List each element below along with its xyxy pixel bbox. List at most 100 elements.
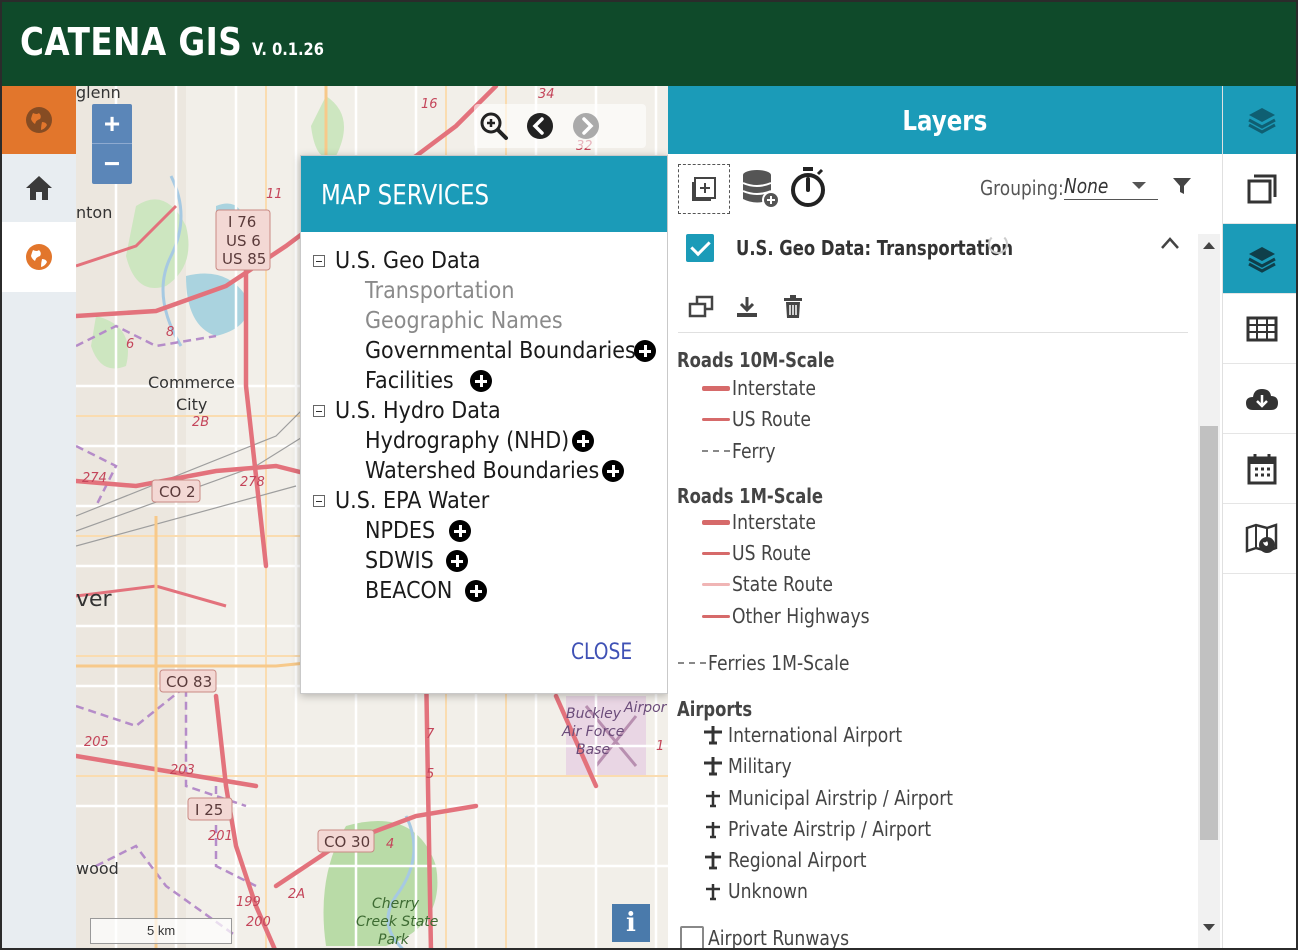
next-extent-button[interactable] (570, 110, 602, 142)
tree-item-npdes[interactable]: NPDES (365, 516, 443, 546)
map-info-button[interactable]: i (612, 904, 650, 942)
layer-download-button[interactable] (732, 292, 762, 322)
layer-collapse-button[interactable] (1160, 236, 1180, 255)
map-route-number: 7 (426, 727, 435, 742)
add-layer-button[interactable] (678, 164, 730, 214)
airplane-icon (700, 849, 726, 871)
map-shield-label: US 6 (226, 232, 261, 250)
toolbar-item-layers-toggle[interactable] (1223, 86, 1296, 154)
legend-item-airport: International Airport (700, 723, 930, 747)
scale-label: 5 km (147, 923, 176, 938)
collapse-toggle-icon[interactable] (313, 495, 325, 507)
toolbar-item-window[interactable] (1223, 154, 1296, 224)
map-services-dialog: MAP SERVICES U.S. Geo Data Transportatio… (300, 155, 668, 694)
window-icon (1247, 174, 1277, 203)
tree-item-transportation: Transportation (365, 278, 515, 304)
add-service-plus-icon[interactable] (449, 520, 471, 542)
map-route-number: 205 (84, 735, 109, 750)
toolbar-item-calendar[interactable] (1223, 434, 1296, 504)
map-route-number: 6 (126, 337, 134, 352)
loading-spinner-icon (988, 234, 1008, 254)
layer-properties-button[interactable] (686, 292, 716, 322)
stopwatch-icon (791, 167, 825, 207)
filter-icon (1173, 178, 1191, 194)
scrollbar-thumb[interactable] (1200, 426, 1218, 840)
divider (678, 332, 1188, 333)
map-shield-label: CO 2 (159, 483, 196, 501)
map-place-label: City (176, 395, 207, 414)
tree-group-geo-data[interactable]: U.S. Geo Data (313, 246, 497, 276)
dashed-line-swatch (702, 450, 730, 452)
legend-item-interstate-1m: Interstate (702, 510, 830, 534)
toolbar-item-layers[interactable] (1223, 224, 1296, 294)
tree-group-epa-water[interactable]: U.S. EPA Water (313, 486, 506, 516)
table-icon (1246, 316, 1278, 341)
time-slider-button[interactable] (790, 166, 826, 213)
add-service-plus-icon[interactable] (572, 430, 594, 452)
zoom-in-button[interactable]: + (92, 104, 132, 144)
map-place-label: Park (378, 932, 410, 948)
map-services-close-button[interactable]: CLOSE (571, 640, 632, 665)
zoom-out-button[interactable]: − (92, 144, 132, 184)
map-place-label: Base (576, 742, 610, 758)
layers-panel-header: Layers (668, 86, 1222, 154)
add-service-plus-icon[interactable] (634, 340, 656, 362)
layer-visibility-checkbox[interactable] (686, 234, 714, 262)
legend-item-airport: Unknown (700, 879, 821, 903)
tree-item-facilities[interactable]: Facilities (365, 366, 464, 396)
toolbar-item-download[interactable] (1223, 364, 1296, 434)
grouping-label: Grouping: (980, 176, 1064, 200)
map-nav-control (474, 104, 646, 148)
toolbar-item-map-info[interactable] (1223, 504, 1296, 574)
grouping-value: None (1064, 174, 1109, 198)
collapse-toggle-icon[interactable] (313, 405, 325, 417)
tree-group-label: U.S. Geo Data (335, 248, 481, 274)
map-route-number: 11 (266, 187, 283, 202)
tree-item-beacon[interactable]: BEACON (365, 576, 462, 606)
window-restore-icon (688, 295, 714, 318)
layers-scrollbar[interactable] (1198, 234, 1220, 948)
layer-delete-button[interactable] (778, 292, 808, 322)
scroll-down-arrow-icon[interactable] (1203, 924, 1215, 931)
zoom-magnify-icon (480, 112, 508, 140)
tree-item-watershed-boundaries[interactable]: Watershed Boundaries (365, 456, 625, 486)
map-route-number: 5 (426, 767, 434, 782)
airplane-icon (700, 787, 726, 809)
sidebar-item-globe[interactable] (2, 222, 76, 292)
tree-item-sdwis[interactable]: SDWIS (365, 546, 441, 576)
zoom-extent-button[interactable] (478, 110, 510, 142)
sidebar-item-home[interactable] (2, 154, 76, 222)
dashed-line-swatch (678, 662, 706, 664)
map-place-label: Commerce (148, 373, 235, 392)
airport-runways-checkbox[interactable] (680, 926, 704, 948)
map-shield-label: CO 83 (166, 673, 212, 691)
tree-item-hydrography[interactable]: Hydrography (NHD) (365, 426, 592, 456)
collapse-toggle-icon[interactable] (313, 255, 325, 267)
filter-button[interactable] (1172, 176, 1192, 201)
database-add-icon (742, 170, 780, 209)
add-service-plus-icon[interactable] (465, 580, 487, 602)
add-service-plus-icon[interactable] (602, 460, 624, 482)
legend-item-other-highways-1m: Other Highways (702, 604, 892, 628)
add-data-source-button[interactable] (740, 168, 782, 215)
toolbar-item-table[interactable] (1223, 294, 1296, 364)
legend-item-us-route-1m: US Route (702, 541, 824, 565)
add-service-plus-icon[interactable] (446, 550, 468, 572)
legend-item-state-route-1m: State Route (702, 572, 849, 596)
grouping-select[interactable]: None (1064, 172, 1158, 200)
map-route-number: 274 (82, 471, 107, 486)
sidebar-item-globe-active[interactable] (2, 86, 76, 154)
map-route-number: 4 (386, 837, 394, 852)
add-service-plus-icon[interactable] (470, 370, 492, 392)
line-swatch (702, 582, 730, 586)
map-place-label: glenn (76, 86, 121, 102)
tree-group-hydro-data[interactable]: U.S. Hydro Data (313, 396, 519, 426)
map-route-number: 34 (538, 87, 555, 102)
line-swatch (702, 519, 730, 525)
previous-extent-button[interactable] (524, 110, 556, 142)
app-window: CATENA GIS V. 0.1.26 16 34 11 8 6 2B 278… (0, 0, 1298, 950)
scroll-up-arrow-icon[interactable] (1203, 242, 1215, 249)
tree-item-governmental-boundaries[interactable]: Governmental Boundaries (365, 336, 666, 366)
map-route-number: 200 (246, 915, 271, 930)
airplane-icon (700, 755, 726, 777)
